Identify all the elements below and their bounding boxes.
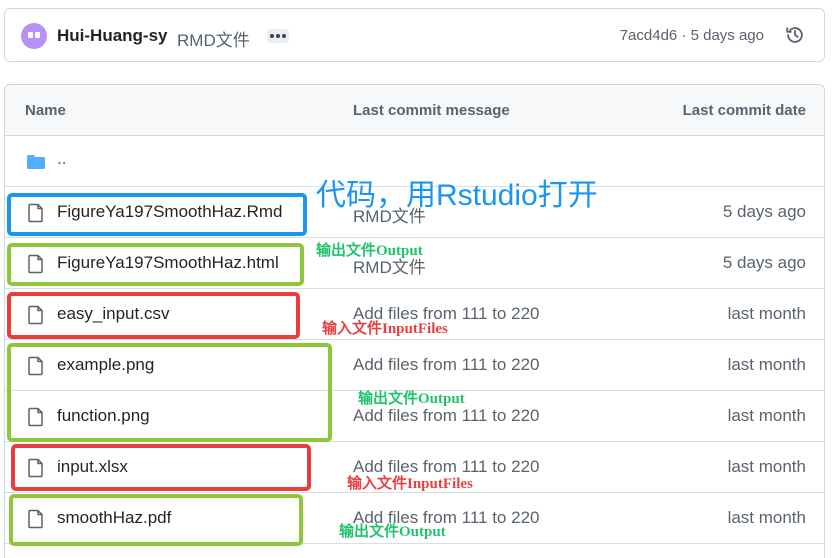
commit-hash-date[interactable]: 7acd4d6 · 5 days ago [620, 27, 764, 44]
annotation-box-input [7, 292, 300, 339]
folder-icon [27, 155, 45, 169]
commit-date: last month [727, 355, 806, 374]
column-header-name: Name [25, 102, 66, 119]
annotation-box-input [11, 444, 311, 491]
commit-message-link[interactable]: RMD文件 [177, 26, 250, 51]
commit-date: 5 days ago [722, 202, 806, 221]
latest-commit-bar: Hui-Huang-sy RMD文件 7acd4d6 · 5 days ago [4, 8, 825, 62]
annotation-box-output [9, 494, 303, 546]
column-header-date: Last commit date [682, 102, 806, 119]
commit-date: last month [727, 304, 806, 323]
commit-date: last month [727, 406, 806, 425]
parent-directory-link[interactable]: .. [57, 149, 66, 169]
annotation-note-output: 输出文件Output [316, 243, 423, 259]
commit-message-link[interactable]: Add files from 111 to 220 [353, 355, 539, 375]
column-header-message: Last commit message [353, 102, 510, 119]
table-header: Name Last commit message Last commit dat… [5, 85, 824, 136]
history-icon[interactable] [784, 24, 806, 46]
commit-date: 5 days ago [722, 253, 806, 272]
annotation-note-code: 代码，用Rstudio打开 [316, 179, 598, 212]
annotation-box-output [7, 243, 304, 286]
annotation-box-output [7, 343, 332, 442]
annotation-note-input: 输入文件InputFiles [347, 476, 473, 492]
annotation-note-input: 输入文件InputFiles [322, 321, 448, 337]
avatar[interactable] [21, 23, 47, 49]
commit-author-link[interactable]: Hui-Huang-sy [57, 26, 168, 46]
annotation-note-output: 输出文件Output [358, 391, 465, 407]
commit-date: last month [727, 508, 806, 527]
commit-date: last month [727, 457, 806, 476]
commit-message-link[interactable]: Add files from 111 to 220 [353, 406, 539, 426]
more-options-button[interactable] [267, 29, 289, 43]
annotation-note-output: 输出文件Output [339, 524, 446, 540]
annotation-box-code [7, 193, 307, 236]
